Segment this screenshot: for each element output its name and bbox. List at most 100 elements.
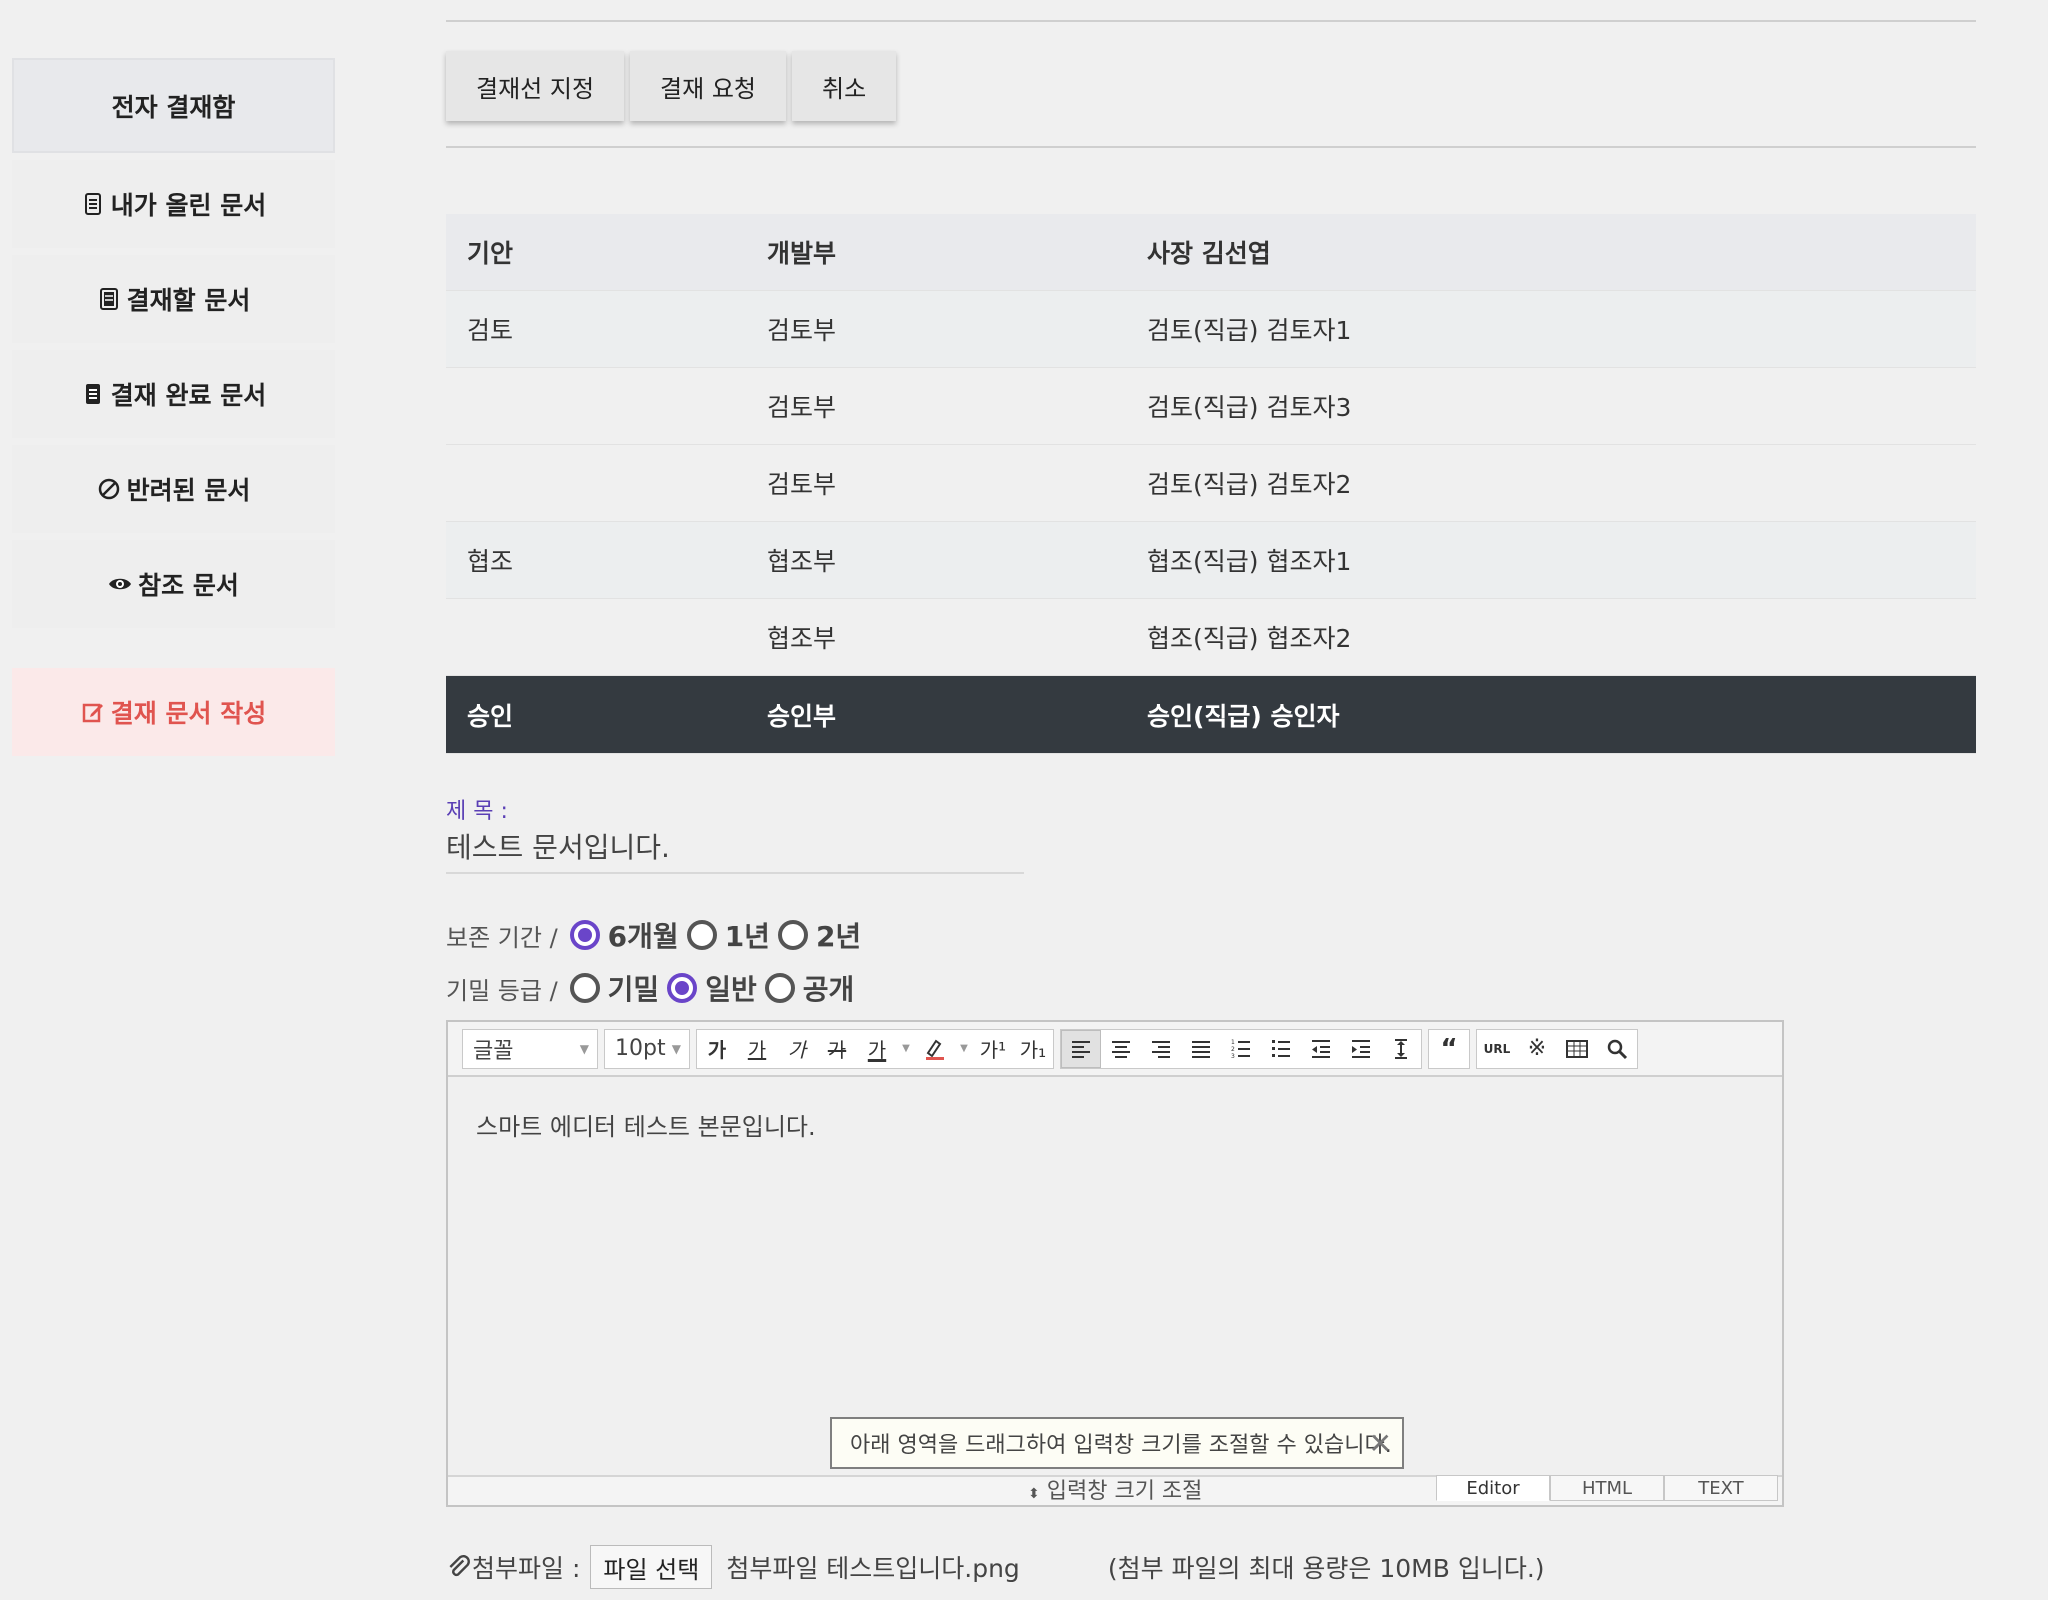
outdent-icon[interactable]	[1301, 1030, 1341, 1068]
ban-icon	[98, 478, 119, 500]
table-row: 협조부 협조(직급) 협조자2	[446, 599, 1976, 676]
search-icon[interactable]	[1597, 1030, 1637, 1068]
paperclip-icon	[449, 1554, 470, 1577]
sidebar-item-rejected[interactable]: 반려된 문서	[12, 445, 335, 533]
table-row: 검토부 검토(직급) 검토자3	[446, 368, 1976, 445]
approval-line-table: 기안 개발부 사장 김선엽 검토 검토부 검토(직급) 검토자1 검토부 검토(…	[446, 214, 1976, 754]
highlight-icon[interactable]	[915, 1030, 955, 1068]
chevron-down-icon[interactable]: ▼	[955, 1030, 973, 1068]
table-cell: 승인(직급) 승인자	[1147, 701, 1340, 731]
security-level-group: 기밀 등급 / 기밀 일반 공개	[446, 968, 858, 1008]
table-icon[interactable]	[1557, 1030, 1597, 1068]
font-family-select[interactable]: 글꼴 ▼	[462, 1028, 598, 1069]
font-size-value: 10pt	[615, 1036, 666, 1061]
editor-body-text: 스마트 에디터 테스트 본문입니다.	[476, 1113, 816, 1141]
cancel-button[interactable]: 취소	[791, 51, 897, 121]
tab-text[interactable]: TEXT	[1664, 1475, 1778, 1501]
link-url-icon[interactable]: URL	[1477, 1030, 1517, 1068]
table-cell: 검토부	[767, 316, 837, 345]
set-approval-line-button[interactable]: 결재선 지정	[446, 51, 625, 121]
svg-text:3: 3	[1231, 1053, 1235, 1060]
retention-radio-2years[interactable]	[777, 920, 808, 950]
table-cell: 협조(직급) 협조자1	[1147, 547, 1352, 576]
italic-icon[interactable]: 가	[777, 1030, 817, 1068]
line-height-icon[interactable]	[1381, 1030, 1421, 1068]
sidebar-item-completed[interactable]: 결재 완료 문서	[12, 350, 335, 438]
table-header-row: 기안 개발부 사장 김선엽	[446, 214, 1976, 291]
attachment-label: 첨부파일 :	[472, 1554, 581, 1583]
ordered-list-icon[interactable]: 123	[1221, 1030, 1261, 1068]
chevron-down-icon[interactable]: ▼	[897, 1030, 915, 1068]
sidebar-item-my-documents[interactable]: 내가 올린 문서	[12, 160, 335, 248]
request-approval-button[interactable]: 결재 요청	[630, 51, 786, 121]
retention-period-group: 보존 기간 / 6개월 1년 2년	[446, 915, 865, 955]
retention-option-label: 1년	[724, 920, 770, 953]
editor-content[interactable]: 스마트 에디터 테스트 본문입니다.	[448, 1077, 1782, 1472]
special-char-icon[interactable]: ※	[1517, 1030, 1557, 1068]
unordered-list-icon[interactable]	[1261, 1030, 1301, 1068]
align-center-icon[interactable]	[1101, 1030, 1141, 1068]
bold-icon[interactable]: 가	[697, 1030, 737, 1068]
editor-toolbar: 글꼴 ▼ 10pt ▼ 가 가 가 가 가 ▼ ▼ 가¹ 가₁ 123 “ UR…	[448, 1022, 1782, 1077]
table-cell: 협조부	[767, 547, 837, 576]
editor-mode-tabs: Editor HTML TEXT	[1436, 1475, 1778, 1501]
table-cell: 협조부	[767, 624, 837, 653]
superscript-icon[interactable]: 가¹	[973, 1030, 1013, 1068]
table-cell: 검토(직급) 검토자1	[1147, 316, 1352, 345]
underline-icon[interactable]: 가	[737, 1030, 777, 1068]
security-option-label: 일반	[705, 973, 757, 1006]
align-left-icon[interactable]	[1061, 1029, 1101, 1068]
file-select-button[interactable]: 파일 선택	[590, 1545, 713, 1589]
insert-group: URL ※	[1476, 1028, 1638, 1069]
retention-option-label: 2년	[815, 920, 862, 953]
align-justify-icon[interactable]	[1181, 1030, 1221, 1068]
tab-html[interactable]: HTML	[1550, 1475, 1664, 1501]
retention-radio-6months[interactable]	[569, 920, 600, 950]
sidebar-item-label: 결재할 문서	[126, 286, 251, 315]
attachment-limit-note: (첨부 파일의 최대 용량은 10MB 입니다.)	[1107, 1554, 1545, 1583]
write-document-button[interactable]: 결재 문서 작성	[12, 668, 335, 756]
sidebar-item-to-approve[interactable]: 결재할 문서	[12, 255, 335, 343]
security-radio-normal[interactable]	[667, 973, 698, 1003]
resize-arrows-icon: ⬍	[1028, 1486, 1040, 1502]
title-underline	[446, 872, 1024, 874]
quote-icon[interactable]: “	[1429, 1030, 1469, 1068]
chevron-down-icon: ▼	[579, 1041, 589, 1056]
chevron-down-icon: ▼	[671, 1041, 681, 1056]
security-radio-confidential[interactable]	[569, 973, 600, 1003]
align-right-icon[interactable]	[1141, 1030, 1181, 1068]
table-cell: 승인	[467, 701, 514, 731]
close-icon[interactable]: ✕	[1369, 1427, 1392, 1460]
sidebar-item-label: 내가 올린 문서	[110, 191, 267, 220]
table-cell: 협조(직급) 협조자2	[1147, 624, 1352, 653]
retention-radio-1year[interactable]	[686, 920, 717, 950]
table-cell: 검토부	[767, 393, 837, 422]
attached-file-name: 첨부파일 테스트입니다.png	[726, 1554, 1020, 1583]
title-input[interactable]: 테스트 문서입니다.	[446, 826, 670, 866]
sidebar-item-label: 참조 문서	[138, 571, 239, 600]
subscript-icon[interactable]: 가₁	[1013, 1030, 1053, 1068]
font-family-value: 글꼴	[473, 1038, 514, 1064]
resize-handle[interactable]: ⬍ 입력창 크기 조절 Editor HTML TEXT	[448, 1475, 1782, 1505]
table-row: 검토부 검토(직급) 검토자2	[446, 445, 1976, 522]
tab-editor[interactable]: Editor	[1436, 1475, 1550, 1501]
write-document-label: 결재 문서 작성	[110, 699, 267, 728]
strikethrough-icon[interactable]: 가	[817, 1030, 857, 1068]
table-cell: 개발부	[767, 239, 837, 268]
table-cell: 협조	[467, 547, 514, 576]
svg-text:1: 1	[1231, 1039, 1235, 1046]
sidebar-item-reference[interactable]: 참조 문서	[12, 540, 335, 628]
font-size-select[interactable]: 10pt ▼	[604, 1028, 690, 1069]
document-filled-icon	[99, 288, 118, 310]
document-done-icon	[85, 384, 100, 404]
action-buttons: 결재선 지정 결재 요청 취소	[446, 51, 897, 121]
retention-label: 보존 기간 /	[446, 923, 558, 952]
security-radio-public[interactable]	[764, 973, 795, 1003]
indent-icon[interactable]	[1341, 1030, 1381, 1068]
sidebar: 전자 결재함 내가 올린 문서 결재할 문서 결재 완료 문서 반려된 문서 참…	[12, 58, 335, 756]
table-cell: 검토(직급) 검토자2	[1147, 470, 1352, 499]
text-color-icon[interactable]: 가	[857, 1030, 897, 1068]
eye-icon	[109, 578, 132, 590]
resize-tooltip: 아래 영역을 드래그하여 입력창 크기를 조절할 수 있습니다. ✕	[830, 1417, 1404, 1469]
security-option-label: 공개	[802, 973, 855, 1006]
